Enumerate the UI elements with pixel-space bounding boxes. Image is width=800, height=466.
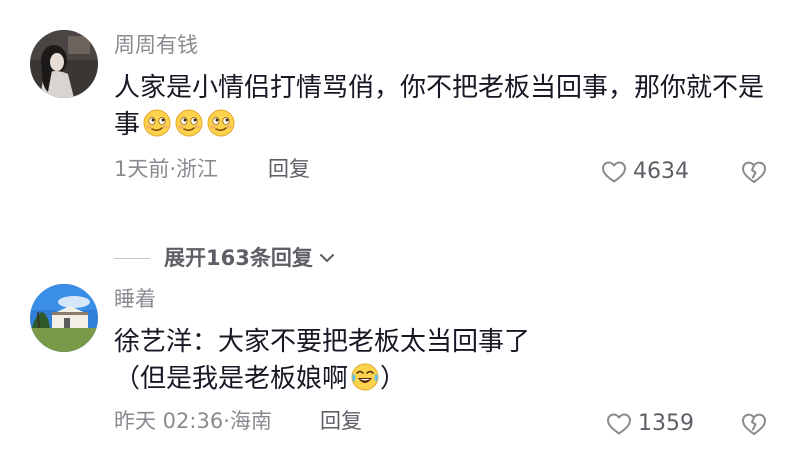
comment-time-location: 昨天 02:36·海南 (114, 409, 272, 433)
username[interactable]: 睡着 (114, 284, 156, 314)
like-count: 4634 (633, 159, 689, 184)
comment-text-body: （但是我是老板娘啊 (114, 364, 349, 394)
avatar[interactable] (30, 30, 98, 98)
laugh-cry-emoji-icon (350, 362, 380, 392)
comment-text: 人家是小情侣打情骂俏，你不把老板当回事，那你就不是事 (114, 70, 774, 144)
chevron-down-icon (319, 254, 334, 262)
reply-button[interactable]: 回复 (268, 154, 310, 184)
reply-button[interactable]: 回复 (320, 406, 362, 436)
like-button[interactable]: 4634 (601, 157, 689, 187)
smirk-emoji-icon (174, 108, 204, 138)
comment-text: 徐艺洋：大家不要把老板太当回事了 （但是我是老板娘啊 ） (114, 324, 774, 398)
heart-icon (602, 161, 626, 183)
avatar[interactable] (30, 284, 98, 352)
expand-replies-button[interactable]: 展开163条回复 (114, 240, 337, 276)
like-count: 1359 (638, 411, 694, 436)
dislike-button[interactable] (740, 410, 768, 438)
like-button[interactable]: 1359 (606, 409, 694, 439)
comment-text-line: （但是我是老板娘啊 ） (114, 361, 774, 398)
avatar-image (30, 30, 98, 98)
expand-divider (114, 257, 150, 259)
comment-item: 睡着 徐艺洋：大家不要把老板太当回事了 （但是我是老板娘啊 ） 昨天 02:36·… (0, 276, 800, 456)
comment-text-body: ） (380, 364, 407, 394)
avatar-image (30, 284, 98, 352)
smirk-emoji-icon (206, 108, 236, 138)
comment-time-location: 1天前·浙江 (114, 157, 219, 181)
username[interactable]: 周周有钱 (114, 30, 198, 60)
comment-item: 周周有钱 人家是小情侣打情骂俏，你不把老板当回事，那你就不是事 1天前·浙江 回… (0, 22, 800, 270)
smirk-emoji-icon (142, 108, 172, 138)
heart-icon (607, 413, 631, 435)
broken-heart-icon (742, 413, 766, 435)
dislike-button[interactable] (740, 158, 768, 186)
comment-text-line: 徐艺洋：大家不要把老板太当回事了 (114, 327, 531, 357)
broken-heart-icon (742, 161, 766, 183)
expand-replies-label: 展开163条回复 (164, 246, 313, 270)
